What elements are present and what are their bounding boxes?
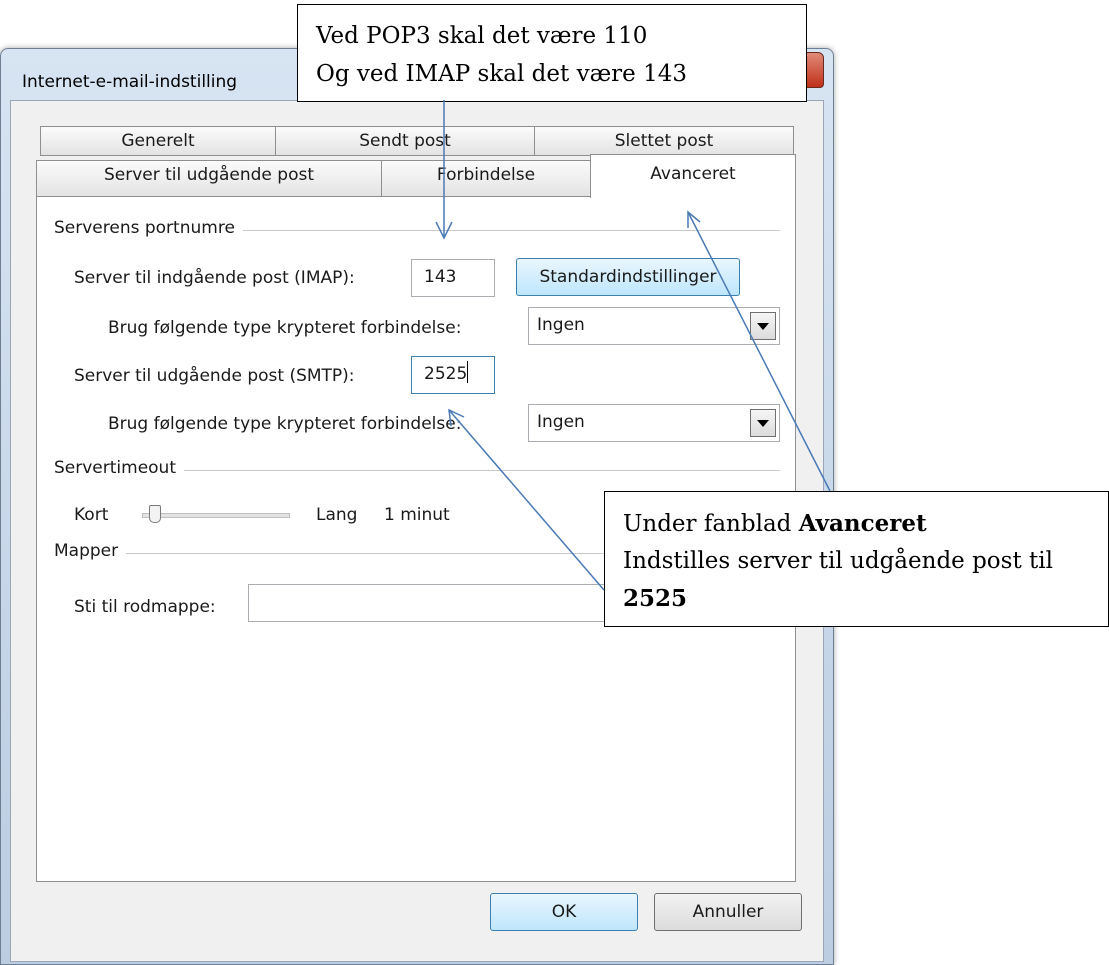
tab-avanceret[interactable]: Avanceret	[590, 154, 796, 198]
outgoing-encryption-select[interactable]: Ingen	[528, 404, 780, 442]
chevron-down-icon[interactable]	[750, 312, 776, 340]
tab-server-til-udgaaende-post[interactable]: Server til udgående post	[36, 160, 382, 197]
timeout-value-text: 1 minut	[384, 505, 450, 525]
annotation-callout-top: Ved POP3 skal det være 110 Og ved IMAP s…	[297, 4, 807, 102]
tab-sendt-post[interactable]: Sendt post	[275, 126, 535, 156]
cancel-button[interactable]: Annuller	[654, 893, 802, 931]
group-title-timeout: Servertimeout	[54, 458, 184, 478]
outgoing-encryption-label: Brug følgende type krypteret forbindelse…	[108, 414, 462, 434]
tab-forbindelse[interactable]: Forbindelse	[381, 160, 591, 197]
callout-right-line1: Under fanblad Avanceret	[623, 510, 927, 537]
callout-top-line2: Og ved IMAP skal det være 143	[316, 61, 687, 87]
chevron-down-icon[interactable]	[750, 409, 776, 437]
tab-slettet-post[interactable]: Slettet post	[534, 126, 794, 156]
callout-right-line3: 2525	[623, 585, 688, 612]
group-title-ports: Serverens portnumre	[54, 218, 243, 238]
cancel-button-label: Annuller	[692, 902, 764, 922]
text-caret	[467, 361, 469, 383]
callout-right-line1-bold: Avanceret	[798, 510, 927, 537]
callout-top-line1: Ved POP3 skal det være 110	[316, 23, 648, 49]
group-title-folders: Mapper	[54, 541, 127, 561]
incoming-encryption-select[interactable]: Ingen	[528, 307, 780, 345]
callout-right-line2: Indstilles server til udgående post til	[623, 548, 1053, 574]
standardindstillinger-button-label: Standardindstillinger	[539, 267, 717, 287]
incoming-port-field[interactable]: 143	[411, 259, 495, 297]
outgoing-port-value: 2525	[424, 364, 468, 384]
ok-button[interactable]: OK	[490, 893, 638, 931]
timeout-long-label: Lang	[316, 505, 358, 525]
outgoing-port-field[interactable]: 2525	[411, 356, 495, 394]
outgoing-port-label: Server til udgående post (SMTP):	[74, 366, 355, 386]
root-folder-label: Sti til rodmappe:	[74, 597, 216, 617]
timeout-slider-thumb[interactable]	[148, 505, 161, 523]
window-title: Internet-e-mail-indstilling	[22, 72, 238, 92]
tab-generelt[interactable]: Generelt	[40, 126, 276, 156]
incoming-encryption-value: Ingen	[537, 315, 585, 335]
incoming-port-label: Server til indgående post (IMAP):	[74, 268, 355, 288]
annotation-callout-right: Under fanblad Avanceret Indstilles serve…	[604, 491, 1109, 627]
ok-button-label: OK	[551, 902, 577, 922]
timeout-short-label: Kort	[74, 505, 109, 525]
callout-right-line1-prefix: Under fanblad	[623, 511, 799, 537]
timeout-slider-track[interactable]	[142, 513, 290, 518]
standardindstillinger-button[interactable]: Standardindstillinger	[516, 258, 740, 296]
incoming-encryption-label: Brug følgende type krypteret forbindelse…	[108, 318, 462, 338]
outgoing-encryption-value: Ingen	[537, 412, 585, 432]
